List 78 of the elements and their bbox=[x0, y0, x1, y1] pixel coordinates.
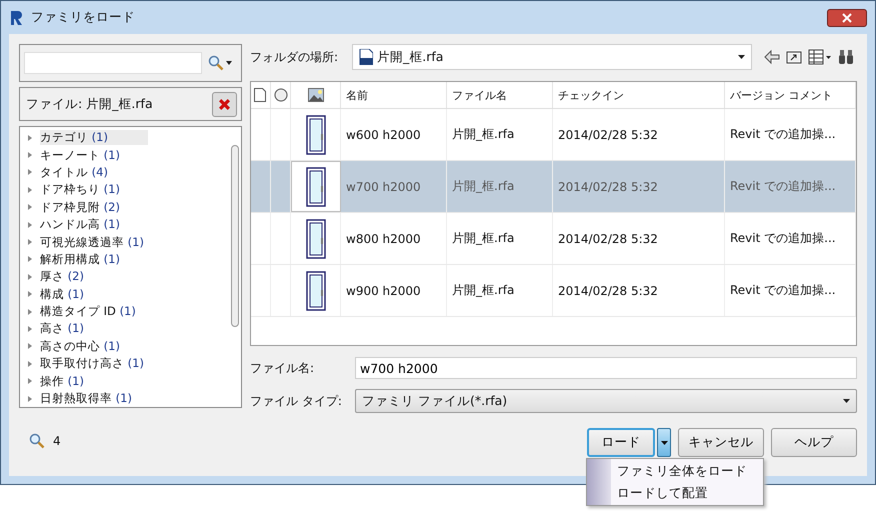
app-logo-icon bbox=[9, 10, 25, 26]
load-options-button[interactable] bbox=[657, 428, 671, 457]
close-button[interactable] bbox=[827, 8, 867, 26]
tree-item[interactable]: ドア枠ちり (1) bbox=[20, 181, 229, 199]
tree-item[interactable]: 高さ (1) bbox=[20, 320, 229, 338]
folder-dropdown[interactable]: 片開_框.rfa bbox=[352, 44, 752, 70]
column-header[interactable]: 名前 bbox=[341, 82, 447, 108]
table-cell: Revit での追加操... bbox=[725, 265, 856, 316]
file-icon bbox=[359, 49, 373, 65]
column-header[interactable]: ファイル名 bbox=[447, 82, 553, 108]
file-type-label: ファイル タイプ: bbox=[250, 392, 343, 410]
door-thumbnail-icon bbox=[306, 218, 326, 258]
tree-item[interactable]: 構成 (1) bbox=[20, 286, 229, 303]
column-header[interactable]: チェックイン bbox=[553, 82, 725, 108]
up-folder-icon[interactable] bbox=[786, 49, 802, 65]
search-icon[interactable] bbox=[208, 55, 224, 71]
table-cell: Revit での追加操... bbox=[725, 213, 856, 264]
table-cell: 片開_框.rfa bbox=[447, 109, 553, 160]
tree-item[interactable]: 高さの中心 (1) bbox=[20, 338, 229, 356]
table-row[interactable]: w700 h2000 片開_框.rfa 2014/02/28 5:32 Revit での追加操... bbox=[251, 161, 856, 213]
search-field[interactable] bbox=[24, 52, 202, 74]
folder-label: フォルダの場所: bbox=[250, 48, 340, 66]
table-cell: 片開_框.rfa bbox=[447, 265, 553, 316]
file-type-dropdown[interactable]: ファミリ ファイル(*.rfa) bbox=[355, 389, 857, 413]
clear-filter-button[interactable] bbox=[212, 92, 237, 116]
caret-icon bbox=[738, 55, 745, 59]
table-cell: w700 h2000 bbox=[341, 161, 447, 212]
table-cell: Revit での追加操... bbox=[725, 109, 856, 160]
tree-item[interactable]: 可視光線透過率 (1) bbox=[20, 233, 229, 251]
tree-item[interactable]: タイトル (4) bbox=[20, 164, 229, 182]
menu-item[interactable]: ロードして配置 bbox=[587, 482, 763, 504]
table-cell: w900 h2000 bbox=[341, 265, 447, 316]
table-cell: 2014/02/28 5:32 bbox=[553, 161, 725, 212]
table-cell: w600 h2000 bbox=[341, 109, 447, 160]
column-header[interactable]: バージョン コメント bbox=[725, 82, 856, 108]
tree-item[interactable]: 操作 (1) bbox=[20, 372, 229, 390]
file-name-label: ファイル名: bbox=[250, 360, 316, 376]
document-icon bbox=[254, 88, 266, 102]
tree-item[interactable]: ドア枠見附 (2) bbox=[20, 198, 229, 216]
result-count: 4 bbox=[53, 434, 61, 448]
table-cell: 2014/02/28 5:32 bbox=[553, 265, 725, 316]
table-row[interactable]: w900 h2000 片開_框.rfa 2014/02/28 5:32 Revit での追加操... bbox=[251, 265, 856, 317]
filter-label: ファイル: 片開_框.rfa bbox=[26, 96, 153, 112]
caret-icon bbox=[660, 440, 668, 444]
door-thumbnail-icon bbox=[306, 166, 326, 206]
search-icon bbox=[29, 433, 45, 449]
tree-item[interactable]: カテゴリ (1) bbox=[20, 129, 229, 146]
table-cell: 片開_框.rfa bbox=[447, 213, 553, 264]
back-arrow-icon[interactable] bbox=[764, 49, 780, 65]
table-cell: w800 h2000 bbox=[341, 213, 447, 264]
table-cell: Revit での追加操... bbox=[725, 161, 856, 212]
close-icon bbox=[842, 12, 852, 22]
load-button[interactable]: ロード bbox=[587, 428, 655, 457]
help-button[interactable]: ヘルプ bbox=[771, 428, 857, 457]
cancel-button[interactable]: キャンセル bbox=[678, 428, 764, 457]
caret-icon bbox=[843, 399, 850, 403]
door-thumbnail-icon bbox=[306, 270, 326, 310]
tree-item[interactable]: 取手取付け高さ (1) bbox=[20, 355, 229, 372]
circle-icon bbox=[274, 88, 288, 102]
binoculars-icon[interactable] bbox=[838, 49, 854, 65]
menu-item[interactable]: ファミリ全体をロード bbox=[587, 460, 763, 482]
tree-item[interactable]: キーノート (1) bbox=[20, 146, 229, 164]
tree-item[interactable]: ハンドル高 (1) bbox=[20, 216, 229, 234]
tree-item[interactable]: 日射熱取得率 (1) bbox=[20, 390, 229, 407]
caret-icon[interactable] bbox=[226, 61, 232, 65]
door-thumbnail-icon bbox=[306, 114, 326, 154]
tree-item[interactable]: 解析用構成 (1) bbox=[20, 250, 229, 268]
tree-item[interactable]: 厚さ (2) bbox=[20, 268, 229, 286]
image-icon bbox=[308, 88, 324, 102]
view-list-icon[interactable] bbox=[808, 49, 832, 65]
cross-icon bbox=[218, 98, 231, 110]
table-cell: 2014/02/28 5:32 bbox=[553, 213, 725, 264]
table-row[interactable]: w800 h2000 片開_框.rfa 2014/02/28 5:32 Revit での追加操... bbox=[251, 213, 856, 265]
tree-item[interactable]: 構造タイプ ID (1) bbox=[20, 302, 229, 320]
window-title: ファミリをロード bbox=[31, 9, 135, 26]
table-cell: 片開_框.rfa bbox=[447, 161, 553, 212]
file-name-field[interactable]: w700 h2000 bbox=[355, 357, 857, 379]
table-cell: 2014/02/28 5:32 bbox=[553, 109, 725, 160]
